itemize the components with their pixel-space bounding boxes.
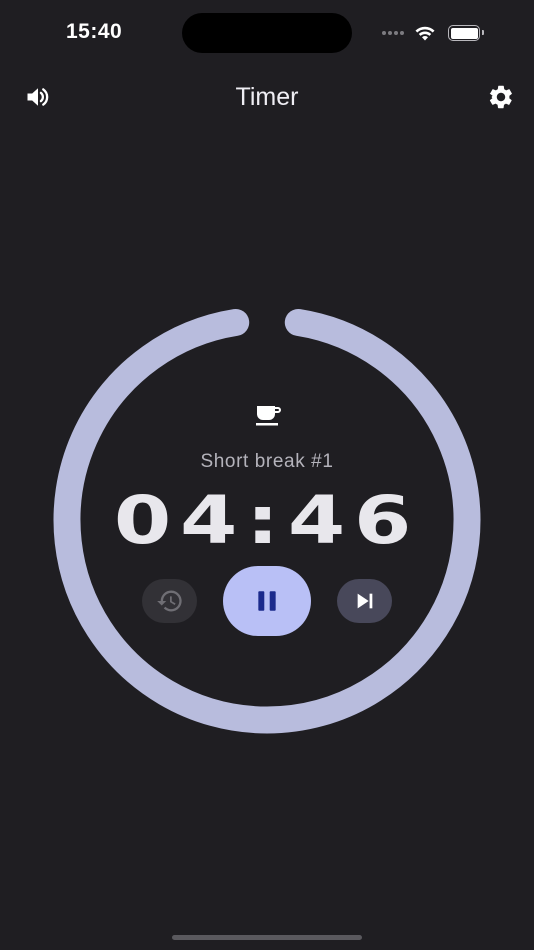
page-title: Timer [235, 83, 299, 111]
skip-next-icon [357, 593, 372, 609]
timer: Short break #1 04:46 [0, 0, 534, 950]
history-icon [156, 590, 182, 612]
wifi-icon [415, 26, 435, 41]
pause-button[interactable] [223, 566, 311, 636]
reset-button[interactable] [142, 579, 197, 623]
pause-icon [258, 591, 276, 611]
cellular-dots-icon [382, 31, 404, 35]
skip-button[interactable] [337, 579, 392, 623]
progress-ring-arc [53, 308, 481, 734]
header: Timer [0, 72, 534, 122]
status-bar: 15:40 [0, 0, 534, 66]
gear-icon [489, 85, 512, 109]
progress-ring [53, 308, 481, 734]
coffee-cup-icon [256, 406, 281, 426]
settings-button[interactable] [481, 77, 521, 117]
mode-label: Short break #1 [200, 451, 334, 472]
dynamic-island [182, 13, 352, 53]
status-time: 15:40 [66, 20, 123, 43]
time-display: 04:46 [113, 482, 421, 559]
home-indicator [172, 935, 362, 940]
battery-icon [448, 25, 484, 41]
status-icons [382, 22, 484, 44]
